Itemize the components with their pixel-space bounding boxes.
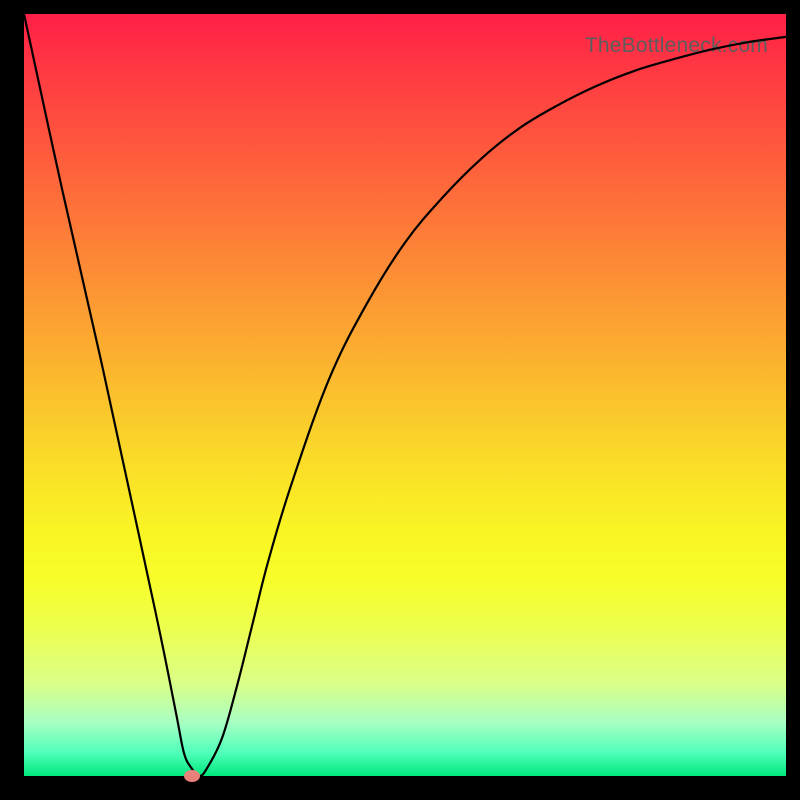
plot-area: TheBottleneck.com	[24, 14, 786, 776]
chart-container: TheBottleneck.com	[0, 0, 800, 800]
bottleneck-curve	[24, 14, 786, 776]
optimum-marker	[184, 770, 200, 782]
